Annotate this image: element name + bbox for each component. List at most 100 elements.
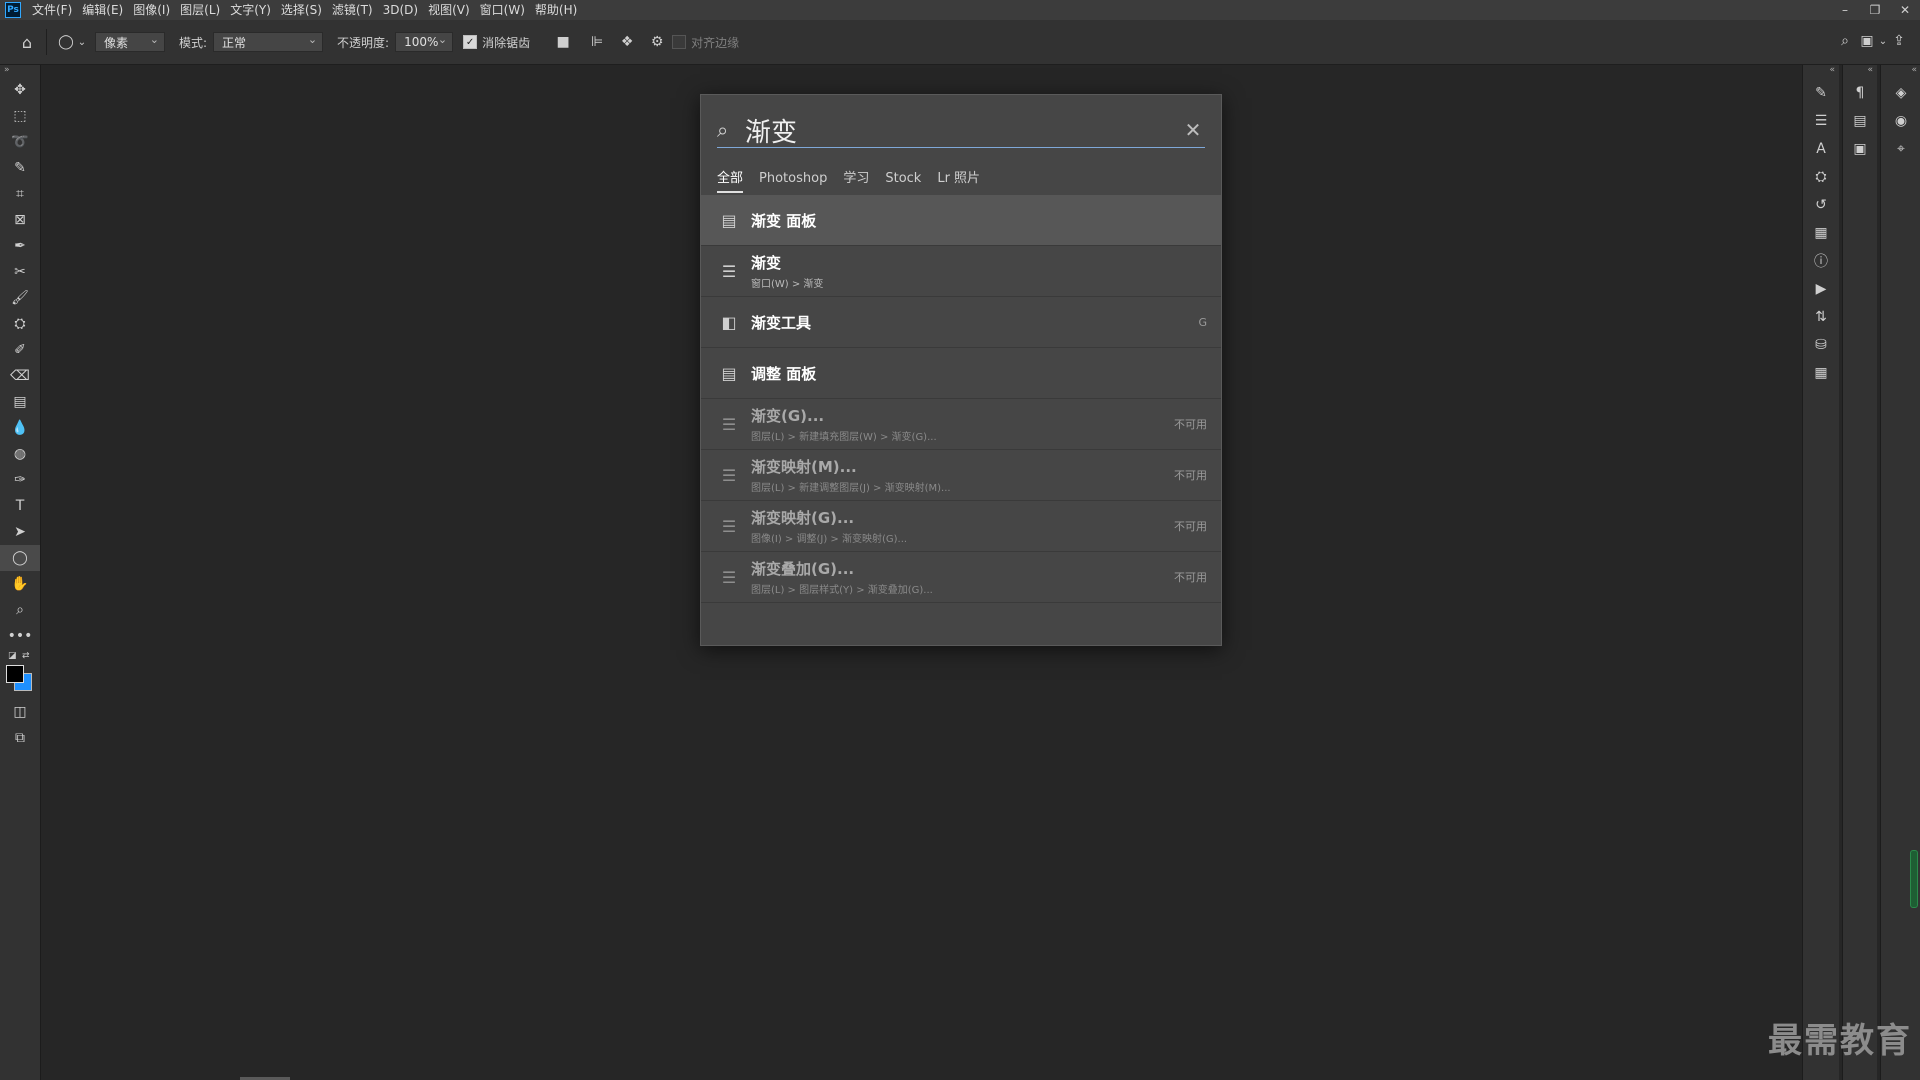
type-tool-icon[interactable]: T xyxy=(0,493,40,519)
path-operations-icon[interactable]: ■ xyxy=(552,31,574,53)
close-window-button[interactable]: ✕ xyxy=(1890,0,1920,20)
default-colors-icon[interactable]: ◪ xyxy=(8,651,17,661)
minimize-button[interactable]: – xyxy=(1830,0,1860,20)
menu-item[interactable]: 编辑(E) xyxy=(77,0,128,20)
menu-item[interactable]: 窗口(W) xyxy=(475,0,530,20)
workspace-icon[interactable]: ▣ xyxy=(1856,30,1878,52)
opacity-input[interactable]: 100% xyxy=(395,32,454,52)
search-tab[interactable]: Stock xyxy=(885,169,921,191)
result-text: 调整 面板 xyxy=(751,363,816,384)
menu-item[interactable]: 选择(S) xyxy=(276,0,327,20)
search-icon[interactable]: ⌕ xyxy=(1834,30,1856,52)
ellipse-tool-icon[interactable]: ◯ xyxy=(0,545,40,571)
info-icon[interactable]: ⓘ xyxy=(1803,247,1839,275)
search-tab[interactable]: 学习 xyxy=(843,169,869,191)
character-icon[interactable]: A xyxy=(1803,135,1839,163)
zoom-tool-icon[interactable]: ⌕ xyxy=(0,597,40,623)
menu-item[interactable]: 帮助(H) xyxy=(530,0,582,20)
history-icon[interactable]: ↺ xyxy=(1803,191,1839,219)
antialias-checkbox[interactable]: ✓ xyxy=(463,35,478,49)
healing-brush-tool-icon[interactable]: ✂ xyxy=(0,259,40,285)
collapse-arrows-icon[interactable]: « xyxy=(1803,65,1839,79)
channels-icon[interactable]: ◉ xyxy=(1881,107,1920,135)
search-result-item: ☰ 渐变映射(M)... 图层(L) > 新建调整图层(J) > 渐变映射(M)..… xyxy=(701,450,1221,501)
blur-tool-icon[interactable]: 💧 xyxy=(0,415,40,441)
align-edges-checkbox[interactable] xyxy=(672,35,687,49)
paths-icon[interactable]: ⌖ xyxy=(1881,135,1920,163)
eyedropper-tool-icon[interactable]: ✒ xyxy=(0,233,40,259)
blend-mode-select[interactable]: 正常 xyxy=(213,32,324,52)
eraser-tool-icon[interactable]: ⌫ xyxy=(0,363,40,389)
scroll-indicator[interactable] xyxy=(1910,850,1918,908)
chevron-down-icon[interactable]: ⌄ xyxy=(77,31,87,53)
menu-item[interactable]: 文件(F) xyxy=(27,0,77,20)
path-selection-tool-icon[interactable]: ➤ xyxy=(0,519,40,545)
home-icon[interactable]: ⌂ xyxy=(16,31,38,53)
crop-tool-icon[interactable]: ⌗ xyxy=(0,181,40,207)
hand-tool-icon[interactable]: ✋ xyxy=(0,571,40,597)
menu-bar: Ps 文件(F) 编辑(E) 图像(I) 图层(L) 文字(Y) 选择(S) 滤镜(T) 3D… xyxy=(0,0,1920,20)
collapse-arrows-icon[interactable]: « xyxy=(1881,65,1920,79)
collapse-arrows-icon[interactable]: » xyxy=(0,65,40,77)
unavailable-label: 不可用 xyxy=(1174,571,1207,584)
menu-item[interactable]: 视图(V) xyxy=(423,0,475,20)
clone-stamp-tool-icon[interactable]: ⛭ xyxy=(0,311,40,337)
search-tab[interactable]: Lr 照片 xyxy=(937,169,980,191)
libraries-icon[interactable]: ▤ xyxy=(1843,107,1877,135)
3d-icon[interactable]: ⛁ xyxy=(1803,331,1839,359)
search-tab[interactable]: Photoshop xyxy=(759,169,827,191)
search-result-item[interactable]: ☰ 渐变 窗口(W) > 渐变 xyxy=(701,246,1221,297)
search-bar: ⌕ 渐变 ✕ xyxy=(717,113,1205,148)
search-result-item[interactable]: ◧ 渐变工具 G xyxy=(701,297,1221,348)
quick-mask-icon[interactable]: ◫ xyxy=(0,699,40,725)
table-icon[interactable]: ▦ xyxy=(1803,359,1839,387)
search-result-item[interactable]: ▤ 渐变 面板 xyxy=(701,195,1221,246)
ellipse-shape-icon[interactable]: ◯ xyxy=(55,31,77,53)
brush-settings-icon[interactable]: ✎ xyxy=(1803,79,1839,107)
search-input[interactable]: 渐变 xyxy=(745,112,1181,149)
tool-presets-icon[interactable]: ⇅ xyxy=(1803,303,1839,331)
dodge-tool-icon[interactable]: ◍ xyxy=(0,441,40,467)
menu-item[interactable]: 滤镜(T) xyxy=(327,0,378,20)
path-arrangement-icon[interactable]: ❖ xyxy=(616,31,638,53)
unavailable-label: 不可用 xyxy=(1174,418,1207,431)
restore-button[interactable]: ❐ xyxy=(1860,0,1890,20)
chevron-down-icon[interactable]: ⌄ xyxy=(1878,30,1888,52)
result-title: 渐变 面板 xyxy=(751,211,817,230)
collapse-arrows-icon[interactable]: « xyxy=(1843,65,1877,79)
menu-item[interactable]: 文字(Y) xyxy=(225,0,276,20)
marquee-tool-icon[interactable]: ⬚ xyxy=(0,103,40,129)
adjustments-icon[interactable]: ▦ xyxy=(1803,219,1839,247)
swap-colors-icon[interactable]: ⇄ xyxy=(22,651,30,661)
screen-mode-icon[interactable]: ⧉ xyxy=(0,725,40,751)
gradient-tool-icon[interactable]: ▤ xyxy=(0,389,40,415)
properties-icon[interactable]: ☰ xyxy=(1803,107,1839,135)
history-brush-tool-icon[interactable]: ✐ xyxy=(0,337,40,363)
paragraph-icon[interactable]: ¶ xyxy=(1843,79,1877,107)
photoshop-logo: Ps xyxy=(5,2,21,18)
result-title: 调整 面板 xyxy=(751,364,817,383)
foreground-color-swatch[interactable] xyxy=(6,665,24,683)
gear-icon[interactable]: ⚙ xyxy=(646,31,668,53)
brush-tool-icon[interactable]: 🖌 xyxy=(0,285,40,311)
search-tab[interactable]: 全部 xyxy=(717,169,744,193)
layers-icon[interactable]: ◈ xyxy=(1881,79,1920,107)
frame-tool-icon[interactable]: ⊠ xyxy=(0,207,40,233)
share-icon[interactable]: ⇪ xyxy=(1888,30,1910,52)
notes-icon[interactable]: ▣ xyxy=(1843,135,1877,163)
more-tools-icon[interactable]: ••• xyxy=(0,623,40,649)
close-icon[interactable]: ✕ xyxy=(1181,118,1205,142)
move-tool-icon[interactable]: ✥ xyxy=(0,77,40,103)
menu-item[interactable]: 图层(L) xyxy=(175,0,225,20)
clone-source-icon[interactable]: ⛭ xyxy=(1803,163,1839,191)
actions-icon[interactable]: ▶ xyxy=(1803,275,1839,303)
lasso-tool-icon[interactable]: ➰ xyxy=(0,129,40,155)
shape-mode-select[interactable]: 像素 xyxy=(95,32,165,52)
quick-selection-tool-icon[interactable]: ✎ xyxy=(0,155,40,181)
menu-item[interactable]: 3D(D) xyxy=(378,0,423,20)
pen-tool-icon[interactable]: ✑ xyxy=(0,467,40,493)
path-alignment-icon[interactable]: ⊫ xyxy=(586,31,608,53)
menu-item[interactable]: 图像(I) xyxy=(128,0,175,20)
panel-icon: ▤ xyxy=(721,363,737,383)
search-result-item[interactable]: ▤ 调整 面板 xyxy=(701,348,1221,399)
